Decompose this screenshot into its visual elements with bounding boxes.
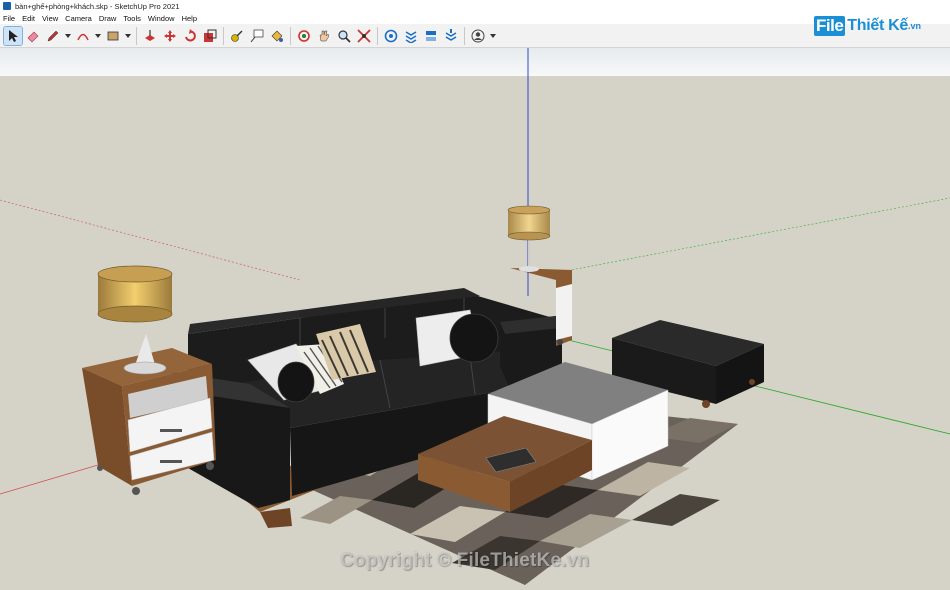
logo-file-text: File [814,16,846,36]
toolbar-separator [377,26,378,45]
move-tool[interactable] [161,27,179,45]
menu-window[interactable]: Window [148,14,175,23]
eraser-tool[interactable] [24,27,42,45]
menu-file[interactable]: File [3,14,15,23]
menu-view[interactable]: View [42,14,58,23]
living-room-scene [0,48,950,590]
menu-edit[interactable]: Edit [22,14,35,23]
logo-thietke-text: Thiết Kế [847,17,909,34]
menu-help[interactable]: Help [182,14,197,23]
menu-tools[interactable]: Tools [123,14,141,23]
account-dropdown[interactable] [489,27,496,45]
arc-tool[interactable] [74,27,92,45]
menu-camera[interactable]: Camera [65,14,92,23]
main-toolbar [0,24,950,48]
toolbar-separator [223,26,224,45]
extension-manager-icon[interactable] [442,27,460,45]
push-pull-tool[interactable] [141,27,159,45]
toolbar-separator [290,26,291,45]
pillow-round-left [277,361,315,403]
scale-tool[interactable] [201,27,219,45]
toolbar-separator [464,26,465,45]
paint-bucket-tool[interactable] [268,27,286,45]
zoom-tool[interactable] [335,27,353,45]
logo-tld-text: .vn [908,21,922,31]
layout-icon[interactable] [422,27,440,45]
pan-tool[interactable] [315,27,333,45]
arc-tool-dropdown[interactable] [94,27,101,45]
3d-model-viewport[interactable] [0,48,950,590]
shape-tool-dropdown[interactable] [124,27,131,45]
copyright-watermark: Copyright © FileThietKe.vn [340,550,590,571]
tape-measure-tool[interactable] [228,27,246,45]
title-bar: bàn+ghế+phòng+khách.skp - SketchUp Pro 2… [0,0,950,12]
account-icon[interactable] [469,27,487,45]
filethietke-logo: File Thiết Kế .vn [814,10,924,42]
pencil-line-tool[interactable] [44,27,62,45]
rotate-tool[interactable] [181,27,199,45]
sky-background [0,48,950,76]
text-tool[interactable] [248,27,266,45]
pillow-round-right [449,313,499,363]
rectangle-tool[interactable] [104,27,122,45]
line-tool-dropdown[interactable] [64,27,71,45]
orbit-tool[interactable] [295,27,313,45]
select-tool[interactable] [3,25,23,46]
toolbar-separator [136,26,137,45]
zoom-extents-tool[interactable] [355,27,373,45]
extension-warehouse-icon[interactable] [402,27,420,45]
3d-warehouse-icon[interactable] [382,27,400,45]
sketchup-app-icon [3,2,11,10]
menu-draw[interactable]: Draw [99,14,117,23]
menu-bar: File Edit View Camera Draw Tools Window … [0,12,950,24]
window-title: bàn+ghế+phòng+khách.skp - SketchUp Pro 2… [15,1,180,11]
